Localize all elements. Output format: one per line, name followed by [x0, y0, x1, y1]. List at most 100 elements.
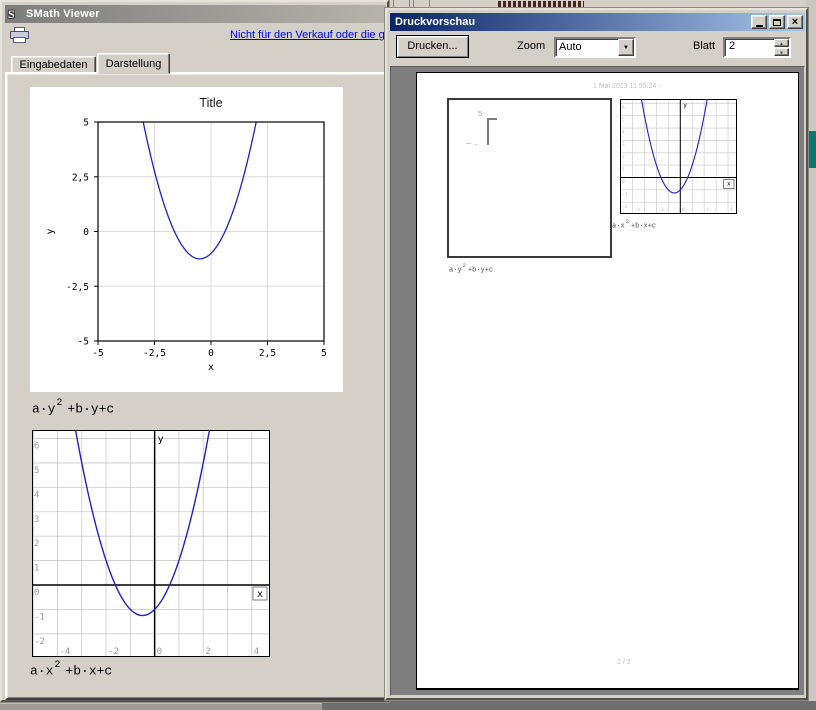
svg-text:2: 2	[706, 207, 709, 213]
page-number: 2 / 2	[617, 659, 631, 666]
svg-text:-5: -5	[92, 348, 103, 359]
svg-text:2: 2	[34, 539, 39, 549]
svg-text:5: 5	[34, 466, 39, 476]
close-icon: ×	[792, 17, 798, 27]
close-button[interactable]: ×	[787, 15, 803, 29]
svg-text:y: y	[158, 434, 164, 445]
formula-a-x2: a·x2 +b·x+c	[30, 662, 112, 678]
formula-rest: +b·y+c	[67, 401, 114, 416]
maximize-icon	[773, 19, 781, 26]
formula-exponent: 2	[54, 660, 60, 671]
preview-formula-a-x2: a·x2+b·x+c	[612, 219, 656, 230]
svg-text:3: 3	[622, 142, 625, 148]
preview-page: 1 Mai 2013 11:59:24 - 5 a·y2+b·y+c 65432…	[416, 72, 799, 690]
svg-text:-2: -2	[658, 207, 664, 213]
svg-text:2,5: 2,5	[72, 172, 89, 183]
svg-text:-2: -2	[108, 647, 119, 657]
svg-text:x: x	[257, 589, 263, 600]
svg-text:1: 1	[622, 167, 625, 173]
formula-base: a·y	[32, 401, 55, 416]
minimize-icon	[756, 25, 763, 27]
svg-text:x: x	[208, 362, 214, 373]
sheet-spinner: ▲ ▼	[774, 39, 789, 56]
formula-a-y2: a·y2+b·y+c	[32, 400, 114, 416]
smath-app-icon: S	[8, 8, 22, 21]
smath-window-title: SMath Viewer	[26, 8, 100, 20]
spin-down-icon[interactable]: ▼	[774, 48, 789, 56]
print-preview-dialog: Druckvorschau × Drucken... Zoom Auto ▼ B…	[385, 8, 808, 700]
svg-text:-2,5: -2,5	[66, 282, 89, 293]
formula-rest: +b·x+c	[65, 663, 112, 678]
formula-rest: +b·x+c	[631, 222, 656, 230]
background-text-sliver	[498, 1, 584, 8]
drucken-button[interactable]: Drucken...	[396, 35, 469, 58]
svg-text:0: 0	[157, 647, 162, 657]
zoom-label: Zoom	[517, 40, 545, 52]
svg-text:-1: -1	[622, 191, 628, 197]
maximize-button[interactable]	[769, 15, 785, 29]
svg-text:y: y	[683, 102, 687, 109]
svg-text:5: 5	[622, 117, 625, 123]
svg-text:-2,5: -2,5	[143, 348, 166, 359]
formula-base: a·y	[449, 266, 462, 274]
svg-text:-5: -5	[78, 337, 89, 348]
svg-text:3: 3	[34, 515, 39, 525]
desktop-teal-patch	[807, 131, 816, 168]
partial-plot-box: 5	[447, 98, 612, 258]
formula-base: a·x	[612, 222, 625, 230]
smath-title-bar[interactable]: S SMath Viewer	[5, 5, 386, 23]
svg-text:0: 0	[682, 207, 685, 213]
svg-text:0: 0	[83, 227, 89, 238]
smath-viewer-window: S SMath Viewer Nicht für den Verkauf ode…	[0, 0, 389, 702]
formula-base: a·x	[30, 663, 53, 678]
chevron-down-icon[interactable]: ▼	[618, 39, 634, 56]
svg-text:-1: -1	[34, 612, 45, 622]
svg-text:4: 4	[622, 130, 625, 136]
dialog-title: Druckvorschau	[395, 16, 749, 28]
formula-exponent: 2	[463, 262, 466, 269]
zoom-combobox[interactable]: Auto ▼	[554, 37, 636, 58]
svg-text:x: x	[727, 181, 731, 188]
background-taskbar-sliver	[0, 703, 322, 710]
svg-text:0: 0	[34, 588, 39, 598]
tab-darstellung[interactable]: Darstellung	[97, 53, 170, 74]
preview-formula-a-y2: a·y2+b·y+c	[449, 263, 493, 274]
svg-text:5: 5	[321, 348, 327, 359]
svg-text:-2: -2	[622, 204, 628, 210]
dialog-title-bar[interactable]: Druckvorschau ×	[390, 13, 805, 31]
partial-tick-mark	[475, 144, 477, 145]
sheet-label: Blatt	[693, 40, 715, 52]
minimize-button[interactable]	[751, 15, 767, 29]
parabola-chart-framed: -5-2,502,5552,50-2,5-5Titlexy	[30, 87, 343, 392]
svg-text:-4: -4	[635, 207, 641, 213]
parabola-chart-grid: 6543210-1-2-4-2024yx	[32, 430, 270, 657]
print-icon[interactable]	[10, 27, 30, 44]
svg-text:6: 6	[622, 105, 625, 111]
svg-text:6: 6	[34, 442, 39, 452]
svg-text:1: 1	[34, 564, 39, 574]
partial-axis-corner	[487, 118, 489, 145]
sheet-number-input[interactable]: 2 ▲ ▼	[723, 37, 791, 58]
print-icon-paper-out	[13, 37, 26, 43]
svg-text:0: 0	[208, 348, 214, 359]
svg-text:2: 2	[622, 154, 625, 160]
svg-text:y: y	[45, 228, 56, 234]
svg-text:4: 4	[34, 490, 39, 500]
svg-text:0: 0	[622, 179, 625, 185]
svg-text:4: 4	[254, 647, 259, 657]
zoom-value: Auto	[559, 40, 582, 55]
svg-text:Title: Title	[199, 96, 222, 110]
formula-rest: +b·y+c	[468, 266, 493, 274]
svg-text:-2: -2	[34, 637, 45, 647]
page-header-timestamp: 1 Mai 2013 11:59:24 -	[593, 83, 661, 90]
partial-plot-tick-label: 5	[478, 111, 482, 119]
partial-tick-mark	[466, 143, 471, 144]
spin-up-icon[interactable]: ▲	[774, 39, 789, 47]
svg-text:4: 4	[730, 207, 733, 213]
formula-exponent: 2	[626, 218, 629, 225]
preview-backdrop[interactable]: 1 Mai 2013 11:59:24 - 5 a·y2+b·y+c 65432…	[390, 66, 805, 696]
license-link[interactable]: Nicht für den Verkauf oder die g	[230, 29, 391, 43]
sheet-number-value: 2	[729, 40, 735, 52]
svg-text:2: 2	[205, 647, 210, 657]
tab-eingabedaten[interactable]: Eingabedaten	[11, 56, 96, 73]
